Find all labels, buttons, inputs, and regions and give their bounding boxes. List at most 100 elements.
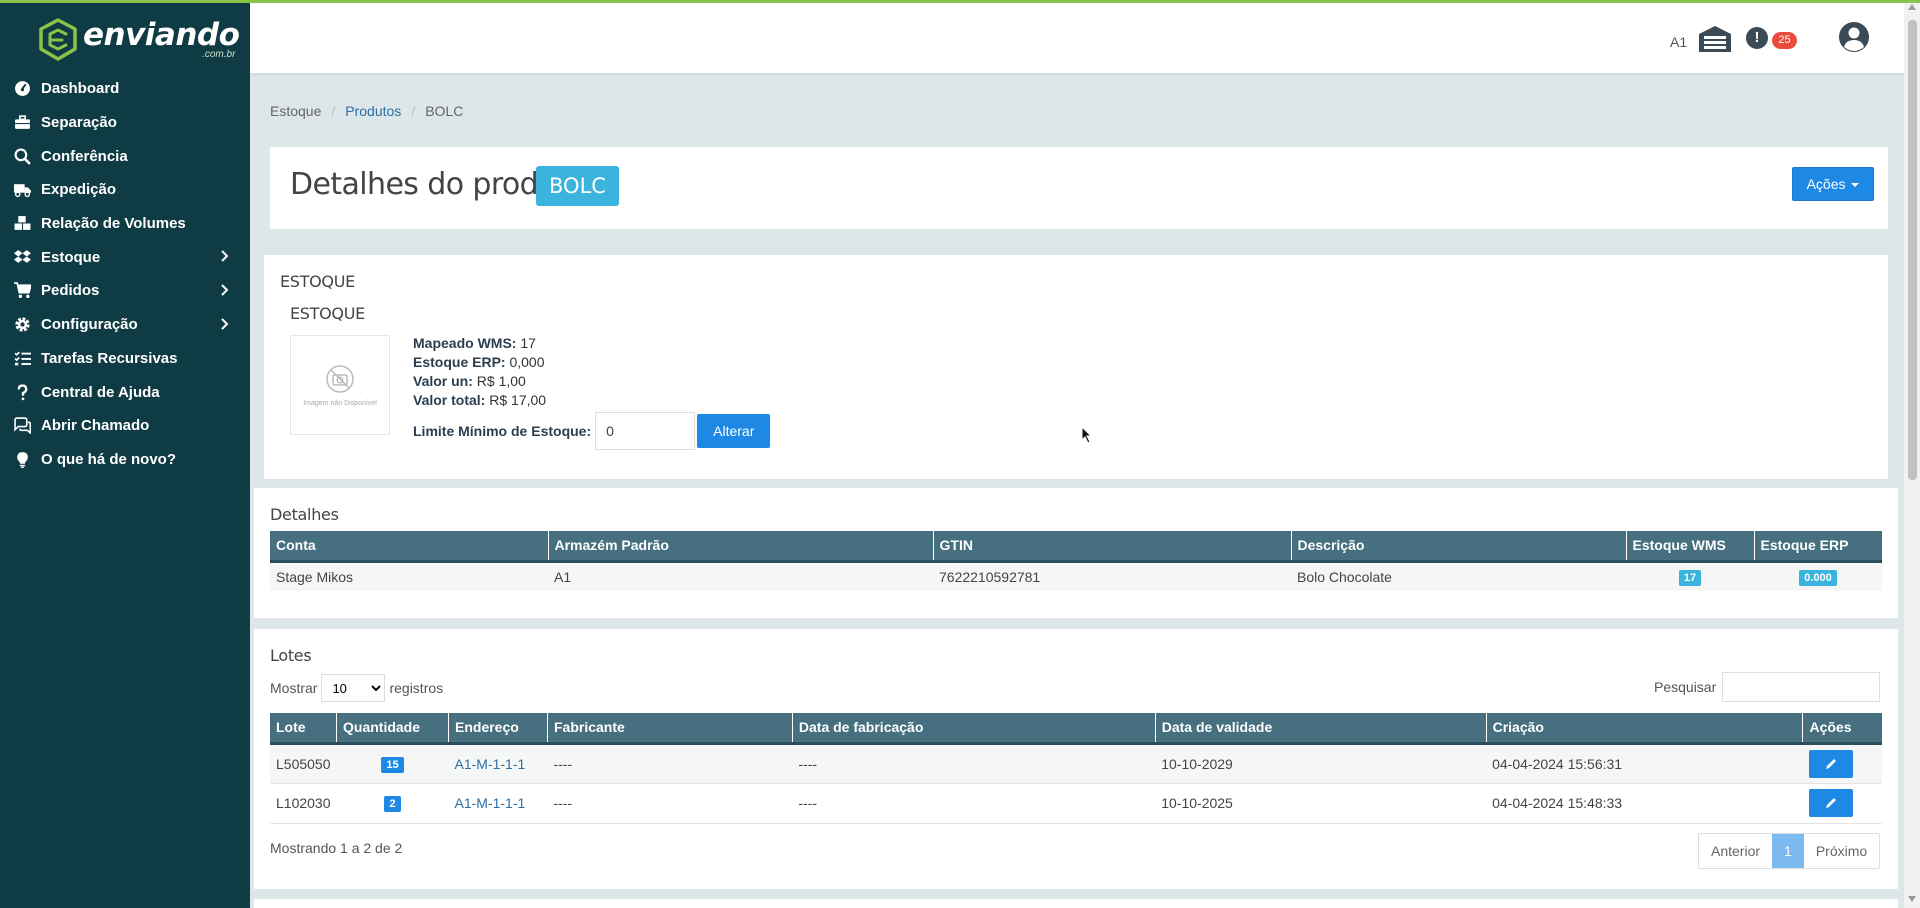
estoque-card: ESTOQUE ESTOQUE Imagem não Disponível Ma… — [264, 255, 1888, 479]
search-control: Pesquisar — [1654, 672, 1881, 702]
stock-info: Mapeado WMS: 17 Estoque ERP: 0,000 Valor… — [413, 334, 546, 410]
sidebar-item-abrir-chamado[interactable]: Abrir Chamado — [0, 409, 250, 443]
user-avatar-icon[interactable] — [1838, 21, 1870, 53]
scroll-thumb[interactable] — [1908, 20, 1917, 480]
sidebar-item-expedicao[interactable]: Expedição — [0, 173, 250, 207]
valor-total-label: Valor total: — [413, 392, 486, 408]
quantidade-badge: 2 — [384, 796, 401, 812]
page-size-control: Mostrar 10 registros — [270, 674, 443, 702]
limite-label: Limite Mínimo de Estoque: — [413, 423, 592, 439]
sidebar-item-label: Central de Ajuda — [41, 383, 160, 401]
cart-icon — [13, 282, 31, 300]
endereco-link[interactable]: A1-M-1-1-1 — [449, 743, 548, 783]
actions-label: Ações — [1806, 176, 1846, 192]
col-fabricante[interactable]: Fabricante — [547, 713, 793, 745]
sidebar-item-separacao[interactable]: Separação — [0, 106, 250, 140]
sidebar-item-label: Separação — [41, 114, 117, 132]
detalhes-table: Conta Armazém Padrão GTIN Descrição Esto… — [270, 531, 1882, 591]
col-criacao[interactable]: Criação — [1486, 713, 1804, 745]
chat-icon — [13, 417, 31, 435]
product-image-placeholder: Imagem não Disponível — [290, 335, 390, 435]
cell-armazem: A1 — [554, 568, 572, 585]
scroll-up-arrow-icon[interactable] — [1908, 4, 1916, 10]
valor-total-value: R$ 17,00 — [489, 392, 547, 408]
sidebar-item-tarefas-recursivas[interactable]: Tarefas Recursivas — [0, 342, 250, 376]
estoque-erp-badge: 0.000 — [1799, 569, 1837, 586]
mouse-cursor-icon — [1081, 426, 1093, 444]
limit-row: Limite Mínimo de Estoque: Alterar — [413, 412, 771, 450]
breadcrumb-separator: / — [331, 103, 336, 119]
endereco-link[interactable]: A1-M-1-1-1 — [449, 783, 548, 823]
dropbox-icon — [13, 248, 31, 266]
col-lote[interactable]: Lote — [270, 713, 338, 745]
warehouse-icon[interactable] — [1698, 25, 1732, 53]
actions-dropdown-button[interactable]: Ações — [1792, 167, 1874, 201]
pencil-icon — [1825, 758, 1836, 769]
cell-descricao: Bolo Chocolate — [1297, 568, 1392, 585]
sidebar-nav: Dashboard Separação Conferência Expediçã… — [0, 72, 250, 476]
cell-fabricante: ---- — [553, 755, 573, 772]
alert-icon[interactable]: ! — [1746, 27, 1768, 49]
next-card-edge — [254, 899, 1898, 908]
warehouse-label[interactable]: A1 — [1670, 34, 1687, 50]
sidebar-item-label: Tarefas Recursivas — [41, 349, 178, 367]
sidebar-item-relacao-volumes[interactable]: Relação de Volumes — [0, 207, 250, 241]
col-endereco[interactable]: Endereço — [448, 713, 548, 745]
col-quantidade[interactable]: Quantidade — [336, 713, 449, 745]
boxes-icon — [13, 215, 31, 233]
scroll-down-arrow-icon[interactable] — [1908, 896, 1916, 902]
valor-un-label: Valor un: — [413, 373, 473, 389]
limite-minimo-input[interactable] — [595, 412, 696, 450]
no-camera-icon — [326, 364, 354, 393]
brand-logo[interactable]: enviando .com.br — [38, 18, 240, 62]
pager-prev-button[interactable]: Anterior — [1699, 834, 1772, 868]
sidebar-item-conferencia[interactable]: Conferência — [0, 139, 250, 173]
page-scrollbar[interactable] — [1904, 0, 1920, 908]
tasks-icon — [13, 349, 31, 367]
cell-criacao: 04-04-2024 15:56:31 — [1492, 755, 1623, 772]
registros-label: registros — [389, 680, 444, 696]
sidebar: enviando .com.br Dashboard Separação Con… — [0, 0, 250, 908]
sidebar-item-pedidos[interactable]: Pedidos — [0, 274, 250, 308]
erp-value: 0,000 — [509, 354, 545, 370]
lightbulb-icon — [13, 450, 31, 468]
chevron-right-icon — [221, 250, 229, 263]
search-input[interactable] — [1722, 672, 1881, 702]
col-data-validade[interactable]: Data de validade — [1155, 713, 1487, 745]
sidebar-item-configuracao[interactable]: Configuração — [0, 308, 250, 342]
notification-count-badge[interactable]: 25 — [1772, 32, 1797, 49]
breadcrumb-produtos-link[interactable]: Produtos — [345, 103, 401, 119]
mapeado-value: 17 — [520, 335, 536, 351]
col-gtin: GTIN — [933, 531, 1292, 563]
mostrar-label: Mostrar — [270, 680, 318, 696]
estoque-subtitle: ESTOQUE — [290, 304, 365, 323]
pencil-icon — [1825, 798, 1836, 808]
edit-lote-button[interactable] — [1808, 789, 1853, 817]
sidebar-item-label: Expedição — [41, 181, 117, 199]
page-size-select[interactable]: 10 — [321, 674, 386, 702]
pager-page-button[interactable]: 1 — [1772, 834, 1804, 868]
cell-fabricante: ---- — [553, 795, 573, 811]
sidebar-item-central-ajuda[interactable]: Central de Ajuda — [0, 375, 250, 409]
breadcrumb-current: BOLC — [425, 103, 464, 119]
sidebar-item-novidades[interactable]: O que há de novo? — [0, 443, 250, 477]
pager-next-button[interactable]: Próximo — [1804, 834, 1879, 868]
dashboard-icon — [13, 80, 31, 98]
pagination: Anterior 1 Próximo — [1698, 833, 1881, 869]
chevron-right-icon — [221, 284, 229, 296]
top-header: A1 ! 25 — [250, 3, 1904, 73]
table-row: L102030 2 A1-M-1-1-1 ---- ---- 10-10-202… — [270, 783, 1882, 823]
erp-label: Estoque ERP: — [413, 354, 506, 370]
sidebar-item-dashboard[interactable]: Dashboard — [0, 72, 250, 106]
lotes-section-title: Lotes — [270, 646, 312, 665]
cell-criacao: 04-04-2024 15:48:33 — [1492, 795, 1623, 811]
edit-lote-button[interactable] — [1808, 749, 1853, 778]
question-icon — [13, 383, 31, 401]
col-data-fabricacao[interactable]: Data de fabricação — [792, 713, 1156, 745]
image-placeholder-text: Imagem não Disponível — [303, 399, 377, 407]
alterar-button[interactable]: Alterar — [697, 414, 771, 448]
cell-gtin: 7622210592781 — [939, 568, 1041, 585]
sidebar-item-estoque[interactable]: Estoque — [0, 240, 250, 274]
gear-icon — [13, 316, 31, 334]
sidebar-item-label: Relação de Volumes — [41, 215, 186, 233]
